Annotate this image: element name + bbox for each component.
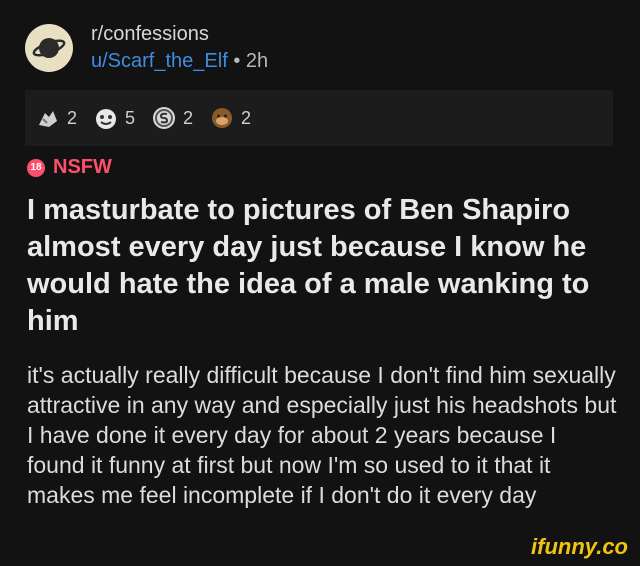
subreddit-name[interactable]: r/confessions (91, 22, 268, 46)
award-count: 2 (241, 107, 252, 128)
post-age: 2h (245, 50, 269, 72)
award-count: 2 (183, 107, 194, 128)
username-link[interactable]: u/Scarf_the_Elf (91, 50, 228, 72)
ifunny-watermark-logo: ifunny.co (531, 534, 628, 559)
post-title[interactable]: I masturbate to pictures of Ben Shapiro … (27, 192, 617, 340)
award-ape[interactable]: 2 (209, 105, 251, 131)
award-face[interactable]: 5 (93, 105, 135, 131)
meta-separator: • (233, 50, 241, 72)
post-body: it's actually really difficult because I… (27, 362, 617, 508)
ape-award-icon (212, 108, 233, 128)
nsfw-18-icon: 18 (27, 158, 45, 177)
awards-bar[interactable]: 2 5 2 2 (25, 90, 613, 146)
post-meta: r/confessions u/Scarf_the_Elf • 2h (91, 22, 268, 74)
user-line: u/Scarf_the_Elf • 2h (91, 48, 268, 74)
hands-award-icon (39, 111, 57, 127)
nsfw-flair: 18 NSFW (27, 156, 112, 179)
silver-coin-award-icon (153, 107, 176, 129)
award-count: 2 (67, 107, 78, 128)
face-award-icon (96, 109, 117, 129)
subreddit-avatar[interactable] (25, 24, 73, 72)
nsfw-label: NSFW (53, 156, 112, 178)
award-silver[interactable]: 2 (151, 105, 193, 131)
award-hands[interactable]: 2 (35, 105, 77, 131)
planet-icon (32, 38, 66, 58)
post-header: r/confessions u/Scarf_the_Elf • 2h (25, 22, 268, 74)
award-count: 5 (125, 107, 136, 128)
